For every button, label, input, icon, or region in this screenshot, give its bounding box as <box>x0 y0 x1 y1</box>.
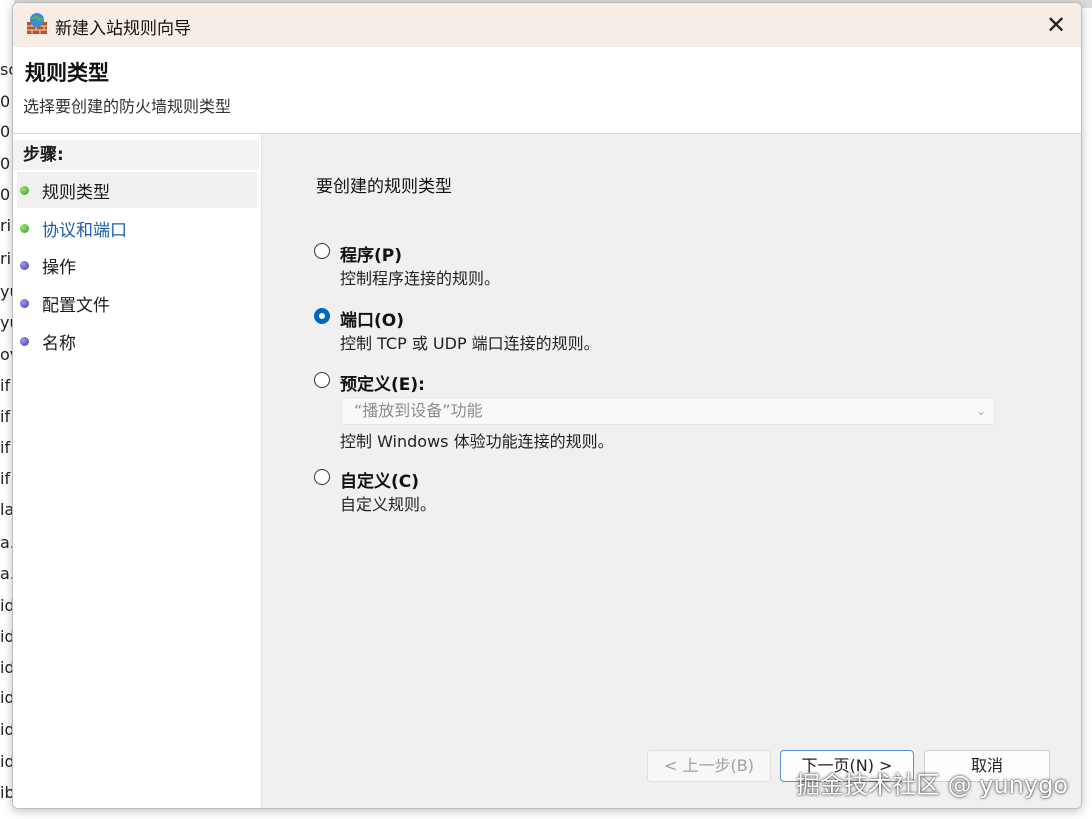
watermark: 掘金技术社区 @ yunygo <box>796 771 1069 799</box>
step-status-icon <box>20 260 29 270</box>
predefined-select-value: “播放到设备”功能 <box>354 401 483 420</box>
option-label[interactable]: 预定义(E): <box>340 370 425 395</box>
steps-label: 步骤: <box>13 140 259 170</box>
step-label: 协议和端口 <box>42 220 127 241</box>
step-profile: 配置文件 <box>17 285 257 321</box>
bg-char: 0 <box>0 92 11 111</box>
option-label[interactable]: 程序(P) <box>340 241 402 266</box>
step-status-icon <box>20 223 29 233</box>
step-status-icon <box>20 336 29 346</box>
option-description: 控制 Windows 体验功能连接的规则。 <box>340 432 614 451</box>
port-radio[interactable] <box>314 308 330 324</box>
custom-radio[interactable] <box>314 469 330 485</box>
step-action: 操作 <box>17 247 257 283</box>
step-label: 名称 <box>42 333 76 354</box>
predefined-select[interactable]: “播放到设备”功能 ⌄ <box>341 397 995 425</box>
bg-char: ri <box>0 216 12 235</box>
bg-char: 0 <box>0 122 11 141</box>
option-description: 控制程序连接的规则。 <box>340 269 501 288</box>
step-label: 配置文件 <box>42 295 110 316</box>
bg-char: if <box>0 438 11 457</box>
predefined-radio[interactable] <box>314 372 330 388</box>
main-panel: 要创建的规则类型 程序(P) 控制程序连接的规则。 端口(O) 控制 TCP 或… <box>262 134 1081 808</box>
step-label: 规则类型 <box>42 182 110 203</box>
bg-char: if <box>0 376 11 395</box>
close-button[interactable]: ✕ <box>1031 3 1081 47</box>
back-button[interactable]: < 上一步(B) <box>647 750 771 782</box>
page-header: 规则类型 选择要创建的防火墙规则类型 <box>13 47 1081 134</box>
background-window-bottom <box>0 810 1092 819</box>
page-subtitle: 选择要创建的防火墙规则类型 <box>23 97 232 116</box>
program-radio[interactable] <box>314 243 330 259</box>
bg-char: if <box>0 469 11 488</box>
step-status-icon <box>20 298 29 308</box>
bg-char: if <box>0 407 11 426</box>
option-label[interactable]: 自定义(C) <box>340 467 419 492</box>
steps-sidebar: 步骤: 规则类型 协议和端口 操作 配置文件 名称 <box>13 134 262 808</box>
option-description: 控制 TCP 或 UDP 端口连接的规则。 <box>340 334 600 353</box>
section-title: 要创建的规则类型 <box>316 177 452 197</box>
step-label: 操作 <box>42 257 76 278</box>
step-status-icon <box>20 185 29 195</box>
close-icon: ✕ <box>1045 11 1067 39</box>
bg-char: ri <box>0 249 12 268</box>
step-name: 名称 <box>17 323 257 359</box>
title-bar: 新建入站规则向导 ✕ <box>13 3 1081 47</box>
option-label[interactable]: 端口(O) <box>340 306 404 331</box>
option-description: 自定义规则。 <box>340 495 437 514</box>
chevron-down-icon: ⌄ <box>975 404 986 418</box>
step-protocol-port[interactable]: 协议和端口 <box>17 210 257 246</box>
page-title: 规则类型 <box>25 61 109 85</box>
firewall-icon <box>27 13 47 34</box>
step-rule-type[interactable]: 规则类型 <box>17 172 257 208</box>
wizard-dialog: 新建入站规则向导 ✕ 规则类型 选择要创建的防火墙规则类型 步骤: 规则类型 协… <box>12 2 1082 809</box>
window-title: 新建入站规则向导 <box>55 19 191 39</box>
